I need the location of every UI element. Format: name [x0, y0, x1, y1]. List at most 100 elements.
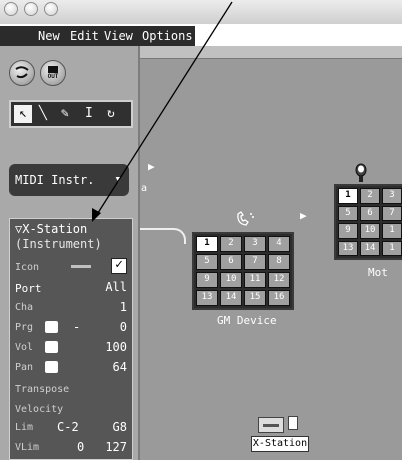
- midi-cable[interactable]: [140, 228, 186, 244]
- port-value[interactable]: All: [105, 280, 127, 294]
- outlet-flag-icon: [288, 416, 298, 430]
- pointer-tool-icon[interactable]: ↖: [14, 105, 32, 123]
- pan-value[interactable]: 64: [113, 360, 127, 374]
- velocity-label: Velocity: [15, 404, 64, 415]
- toolbox: ↖ ╲ ✎ I ↻: [9, 100, 133, 128]
- lim-label: Lim: [15, 422, 34, 433]
- device2-channel-12[interactable]: 1: [382, 240, 402, 256]
- gm-device-channel-grid: 1 2 3 4 5 6 7 8 9 10 11 12 13 14 15 16: [192, 232, 294, 310]
- device2-channel-2[interactable]: 2: [360, 188, 380, 204]
- vlim-low-value[interactable]: 0: [77, 440, 84, 454]
- cha-row: Cha 1: [15, 299, 127, 317]
- vlim-high-value[interactable]: 127: [105, 440, 127, 454]
- gm-channel-10[interactable]: 10: [220, 272, 242, 288]
- gm-channel-16[interactable]: 16: [268, 290, 290, 306]
- gm-channel-2[interactable]: 2: [220, 236, 242, 252]
- cable-tool-icon[interactable]: ↻: [107, 105, 115, 123]
- lim-low-value[interactable]: C-2: [57, 420, 79, 434]
- menu-new[interactable]: New: [38, 29, 60, 43]
- eraser-tool-icon[interactable]: ✎: [61, 105, 69, 123]
- lim-high-value[interactable]: G8: [113, 420, 127, 434]
- pan-label: Pan: [15, 362, 34, 373]
- gm-channel-7[interactable]: 7: [244, 254, 266, 270]
- device2-channel-8[interactable]: 10: [360, 223, 380, 239]
- device2-channel-6[interactable]: 7: [382, 205, 402, 221]
- prg-label: Prg: [15, 322, 34, 333]
- outlet-arrow-icon: ▶: [148, 160, 155, 173]
- vlim-row: VLim 0 127: [15, 439, 127, 457]
- icon-checkbox[interactable]: ✓: [111, 258, 127, 274]
- object-inspector: ▽X-Station (Instrument) Icon ✓ Port All …: [9, 218, 133, 460]
- port-row: Port All: [15, 279, 127, 297]
- gm-channel-8[interactable]: 8: [268, 254, 290, 270]
- device2-channel-3[interactable]: 3: [382, 188, 402, 204]
- pencil-tool-icon[interactable]: ╲: [39, 105, 47, 123]
- gm-channel-15[interactable]: 15: [244, 290, 266, 306]
- midi-activity-icon[interactable]: [9, 60, 35, 86]
- device2-channel-7[interactable]: 9: [338, 223, 358, 239]
- gm-channel-3[interactable]: 3: [244, 236, 266, 252]
- device-channel-grid-2: 1 2 3 5 6 7 9 10 1 13 14 1: [334, 184, 402, 260]
- menu-options[interactable]: Options: [142, 29, 193, 43]
- vol-checkbox[interactable]: [45, 341, 58, 353]
- midi-instr-label: MIDI Instr.: [15, 173, 95, 187]
- instrument-icon: [258, 417, 284, 433]
- instrument-icon-preview[interactable]: [71, 265, 91, 268]
- device2-channel-11[interactable]: 14: [360, 240, 380, 256]
- prg-value[interactable]: 0: [120, 320, 127, 334]
- vlim-label: VLim: [15, 442, 40, 453]
- gm-channel-5[interactable]: 5: [196, 254, 218, 270]
- sequencer-icon: [350, 162, 372, 184]
- port-label: Port: [15, 282, 42, 295]
- device2-channel-5[interactable]: 6: [360, 205, 380, 221]
- menu-view[interactable]: View: [104, 29, 133, 43]
- prg-row: Prg - 0: [15, 319, 127, 337]
- inspector-subtitle: (Instrument): [15, 237, 102, 251]
- vol-label: Vol: [15, 342, 34, 353]
- text-tool-icon[interactable]: I: [85, 105, 93, 123]
- gm-channel-12[interactable]: 12: [268, 272, 290, 288]
- transpose-label: Transpose: [15, 384, 70, 395]
- x-station-label[interactable]: X-Station: [251, 436, 309, 452]
- device2-channel-4[interactable]: 5: [338, 205, 358, 221]
- pan-row: Pan 64: [15, 359, 127, 377]
- icon-row: Icon ✓: [15, 258, 127, 277]
- gm-channel-13[interactable]: 13: [196, 290, 218, 306]
- cha-label: Cha: [15, 302, 34, 313]
- gm-channel-4[interactable]: 4: [268, 236, 290, 252]
- device-label-2: Mot: [368, 266, 388, 279]
- menu-edit[interactable]: Edit: [70, 29, 99, 43]
- cha-value[interactable]: 1: [120, 300, 127, 314]
- inspector-title[interactable]: ▽X-Station: [15, 222, 87, 236]
- prg-checkbox[interactable]: [45, 321, 58, 333]
- phone-icon: [234, 210, 256, 228]
- minimize-window-button[interactable]: [24, 2, 38, 16]
- midi-instr-popup[interactable]: MIDI Instr. ▼: [9, 164, 129, 196]
- vol-value[interactable]: 100: [105, 340, 127, 354]
- menu-bar: New Edit View Options: [0, 26, 195, 46]
- gm-channel-1[interactable]: 1: [196, 236, 218, 252]
- gm-channel-14[interactable]: 14: [220, 290, 242, 306]
- lim-row: Lim C-2 G8: [15, 419, 127, 437]
- transpose-row: Transpose: [15, 381, 127, 399]
- out-label: OUT: [47, 73, 59, 80]
- window-titlebar: [0, 0, 402, 24]
- x-station-object[interactable]: [258, 414, 308, 438]
- gm-device-label: GM Device: [217, 314, 277, 327]
- pan-checkbox[interactable]: [45, 361, 58, 373]
- partial-label: a: [141, 183, 148, 194]
- close-window-button[interactable]: [4, 2, 18, 16]
- device2-channel-9[interactable]: 1: [382, 223, 402, 239]
- device2-channel-10[interactable]: 13: [338, 240, 358, 256]
- gm-channel-6[interactable]: 6: [220, 254, 242, 270]
- device2-channel-1[interactable]: 1: [338, 188, 358, 204]
- zoom-window-button[interactable]: [44, 2, 58, 16]
- midi-out-button[interactable]: OUT: [40, 60, 66, 86]
- chevron-down-icon: ▼: [115, 175, 121, 185]
- icon-label: Icon: [15, 262, 40, 273]
- outlet-arrow-icon-2: ▶: [300, 209, 307, 222]
- gm-channel-11[interactable]: 11: [244, 272, 266, 288]
- prg-dash: -: [73, 320, 81, 334]
- gm-channel-9[interactable]: 9: [196, 272, 218, 288]
- canvas-frame: [140, 46, 402, 59]
